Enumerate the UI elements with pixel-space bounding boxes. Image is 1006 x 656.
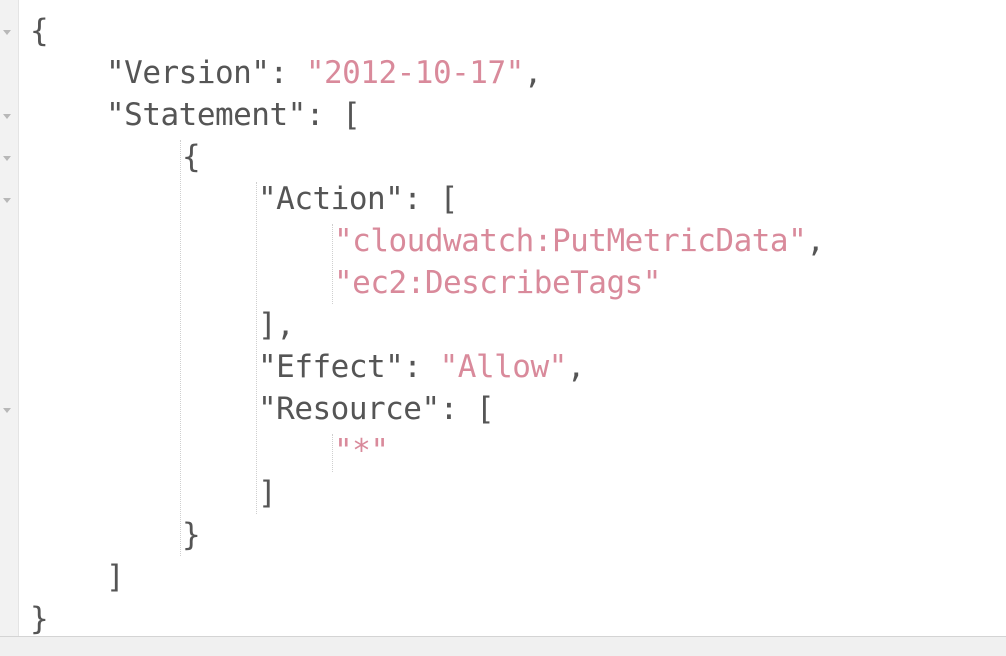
punctuation-token: ] (106, 559, 125, 595)
punctuation-token: "Effect": (258, 349, 440, 385)
editor-gutter (0, 0, 19, 636)
code-line[interactable]: "ec2:DescribeTags" (334, 262, 661, 304)
code-line[interactable]: "Resource": [ (258, 388, 495, 430)
punctuation-token: , (566, 349, 586, 385)
punctuation-token: ], (258, 307, 295, 343)
indent-guide (332, 434, 333, 472)
string-token: "Allow" (439, 349, 568, 385)
code-line[interactable]: "Effect": "Allow", (258, 346, 585, 388)
code-line[interactable]: { (30, 10, 49, 52)
horizontal-scrollbar[interactable] (0, 636, 1006, 656)
punctuation-token: { (30, 13, 49, 49)
punctuation-token: , (806, 223, 825, 259)
code-line[interactable]: { (182, 136, 201, 178)
punctuation-token: ] (258, 475, 277, 511)
punctuation-token: "Resource": [ (258, 391, 495, 427)
code-line[interactable]: ], (258, 304, 295, 346)
code-line[interactable]: "Statement": [ (106, 94, 361, 136)
code-line[interactable]: "*" (334, 430, 389, 472)
indent-guide (256, 182, 257, 514)
punctuation-token: } (30, 601, 49, 637)
code-line[interactable]: "Version": "2012-10-17", (106, 52, 542, 94)
fold-toggle-icon[interactable] (3, 198, 11, 203)
indent-guide (332, 224, 333, 304)
punctuation-token: { (182, 139, 201, 175)
code-line[interactable]: ] (258, 472, 277, 514)
punctuation-token: "Action": [ (258, 181, 458, 217)
fold-toggle-icon[interactable] (3, 114, 11, 119)
code-line[interactable]: } (182, 514, 201, 556)
punctuation-token: , (523, 55, 543, 91)
code-line[interactable]: "Action": [ (258, 178, 458, 220)
fold-toggle-icon[interactable] (3, 408, 11, 413)
string-token: "ec2:DescribeTags" (334, 265, 661, 301)
fold-toggle-icon[interactable] (3, 156, 11, 161)
indent-guide (180, 140, 181, 556)
punctuation-token: "Statement": [ (106, 97, 361, 133)
code-editor[interactable]: {"Version": "2012-10-17", "Statement": [{… (0, 0, 1006, 656)
punctuation-token: } (182, 517, 201, 553)
punctuation-token: "Version": (106, 55, 306, 91)
code-line[interactable]: "cloudwatch:PutMetricData", (334, 220, 825, 262)
string-token: "*" (334, 433, 389, 469)
code-line[interactable]: ] (106, 556, 125, 598)
string-token: "2012-10-17" (305, 55, 524, 91)
code-line[interactable]: } (30, 598, 49, 640)
string-token: "cloudwatch:PutMetricData" (334, 223, 807, 259)
fold-toggle-icon[interactable] (3, 30, 11, 35)
